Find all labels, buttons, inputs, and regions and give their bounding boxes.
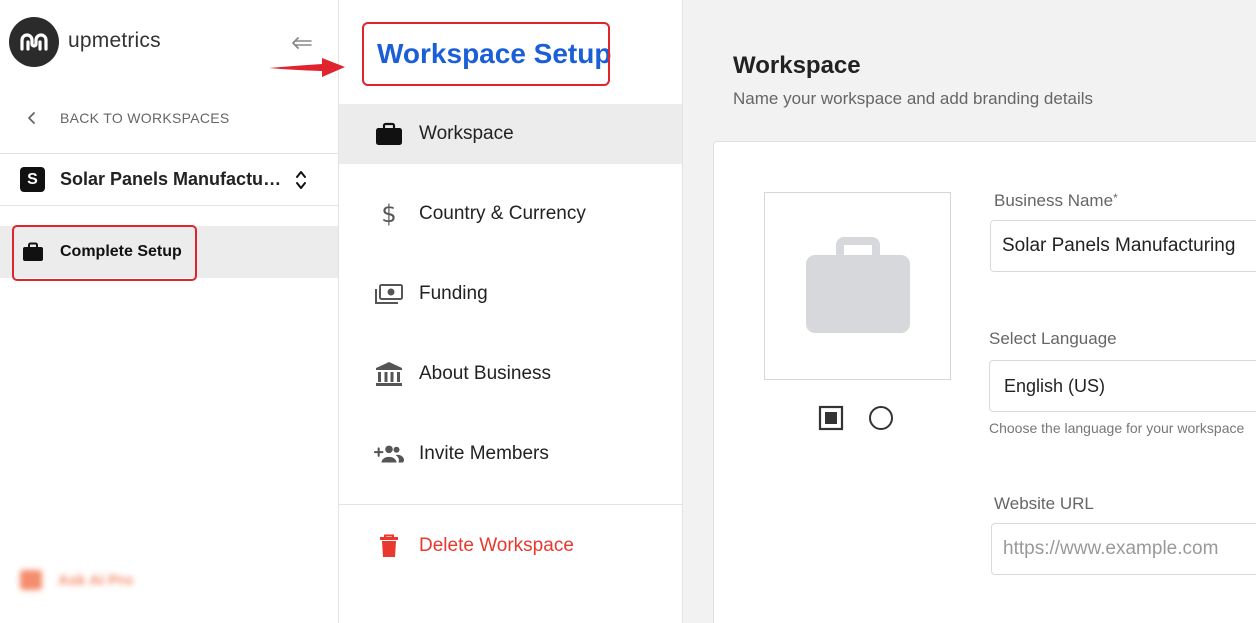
divider [339,504,682,505]
main-panel: Workspace Name your workspace and add br… [683,0,1256,623]
chevron-left-icon [24,110,40,126]
bank-icon [374,361,404,387]
highlight-box [12,225,197,281]
back-to-workspaces-link[interactable]: BACK TO WORKSPACES [0,96,338,140]
collapse-sidebar-button[interactable] [289,32,315,54]
collapse-arrow-icon [292,37,312,49]
nav-item-workspace[interactable]: Workspace [339,104,682,164]
language-help-text: Choose the language for your workspace [989,420,1245,436]
logo-shape-options [818,405,894,431]
delete-workspace-label: Delete Workspace [419,535,574,556]
upmetrics-logo[interactable] [9,17,59,67]
language-select[interactable]: English (US) [989,360,1256,412]
page-subtitle: Name your workspace and add branding det… [733,89,1094,108]
workspace-badge: S [20,167,45,192]
nav-item-label: Invite Members [419,443,549,464]
annotation-arrow-icon [269,58,345,77]
required-mark: * [1113,191,1118,205]
business-name-label: Business Name* [994,191,1118,211]
nav-item-about-business[interactable]: About Business [339,344,682,404]
workspace-name: Solar Panels Manufacturing [60,169,288,189]
website-url-label: Website URL [994,494,1094,513]
blurred-icon [20,570,42,590]
nav-item-country-currency[interactable]: $ Country & Currency [339,184,682,244]
nav-item-label: Workspace [419,123,514,144]
money-icon [374,281,404,307]
square-shape-icon [818,405,844,431]
business-name-label-text: Business Name [994,191,1114,210]
website-url-input[interactable] [1003,538,1256,560]
workspace-form-card: Business Name* Solar Panels Manufacturin… [713,141,1256,623]
logo-upload-box[interactable] [764,192,951,380]
back-to-workspaces-label: BACK TO WORKSPACES [60,110,230,126]
nav-item-label: About Business [419,363,552,384]
nav-item-label: Country & Currency [419,203,586,224]
select-language-label: Select Language [989,329,1117,348]
briefcase-placeholder-icon [805,237,910,333]
chevron-up-down-icon [292,167,310,193]
delete-workspace-button[interactable]: Delete Workspace [339,516,682,576]
blurred-label: Ask AI Pro [58,571,134,589]
setup-nav: Workspace Setup Workspace $ Country & Cu… [339,0,683,623]
briefcase-icon [374,121,404,147]
square-shape-button[interactable] [818,405,844,431]
circle-shape-icon [869,406,893,430]
language-select-value: English (US) [1004,375,1106,396]
sidebar: upmetrics BACK TO WORKSPACES S Solar Pan… [0,0,339,623]
nav-item-invite-members[interactable]: Invite Members [339,424,682,484]
highlight-box [362,22,610,86]
workspace-switcher[interactable]: S Solar Panels Manufacturing [0,154,338,205]
divider [0,205,338,206]
dollar-icon: $ [381,200,397,228]
trash-icon [374,533,404,559]
page-title: Workspace [733,52,861,79]
business-name-value: Solar Panels Manufacturing [1002,235,1236,256]
nav-item-funding[interactable]: Funding [339,264,682,324]
logo-mark-icon [20,33,48,51]
website-url-field[interactable] [991,523,1256,575]
circle-shape-button[interactable] [868,405,894,431]
blurred-sidebar-item[interactable]: Ask AI Pro [20,570,133,590]
business-name-field[interactable]: Solar Panels Manufacturing [990,220,1256,272]
add-people-icon [374,441,404,467]
nav-item-label: Funding [419,283,488,304]
app-name: upmetrics [68,29,161,52]
